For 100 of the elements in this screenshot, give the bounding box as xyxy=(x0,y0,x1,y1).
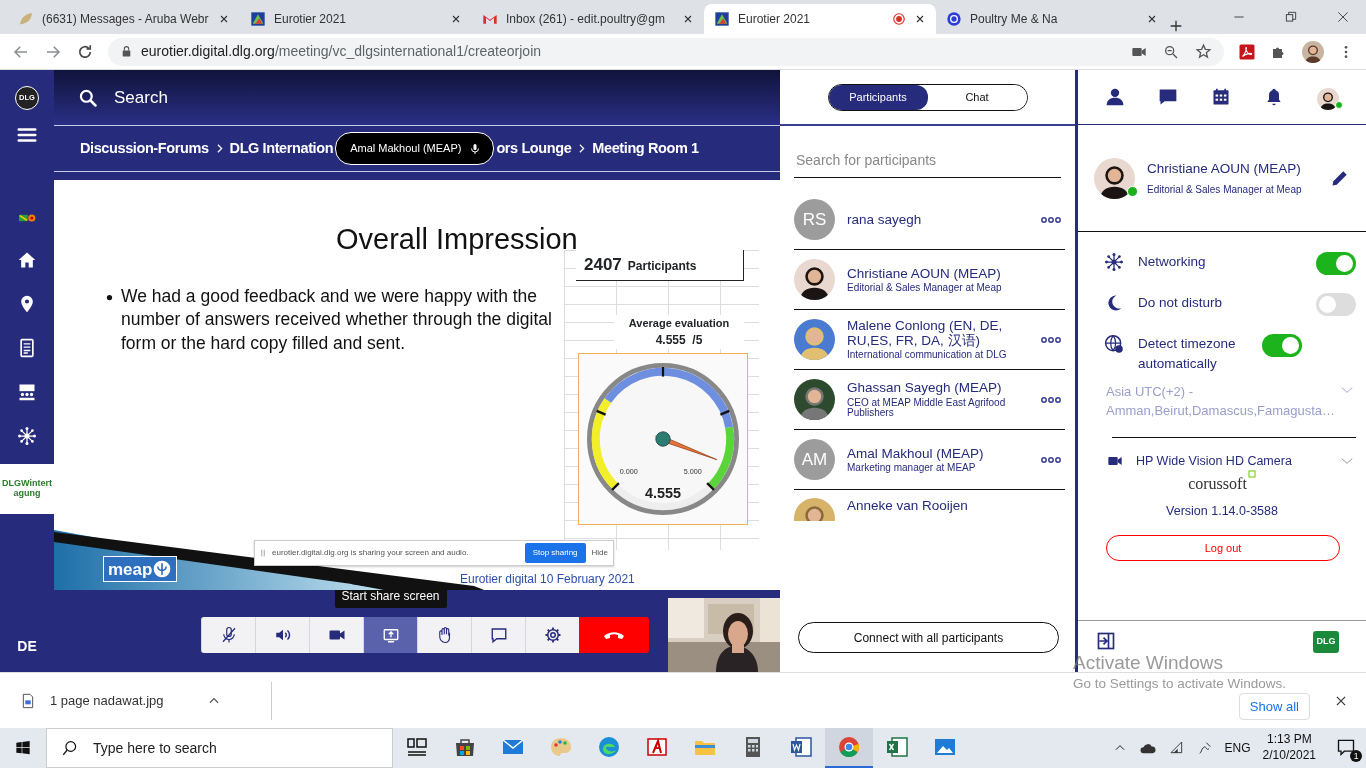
presentation-icon[interactable] xyxy=(17,382,37,402)
taskbar-search-box[interactable]: Type here to search xyxy=(46,728,393,768)
breadcrumb-link[interactable]: ors Lounge xyxy=(496,137,572,160)
breadcrumb-link[interactable]: Discussion-Forums xyxy=(80,137,209,160)
new-tab-icon[interactable] xyxy=(1168,18,1184,34)
task-view-icon xyxy=(405,735,429,759)
show-all-button[interactable]: Show all xyxy=(1238,692,1310,721)
breadcrumb-link[interactable]: DLG Internation xyxy=(229,137,334,160)
tab-title: Inbox (261) - edit.poultry@gm xyxy=(506,11,666,28)
gauge-min-label: 0.000 xyxy=(619,467,638,477)
exit-icon[interactable] xyxy=(1096,631,1116,651)
close-icon[interactable] xyxy=(218,13,230,25)
person-icon[interactable] xyxy=(1104,87,1125,107)
lock-icon xyxy=(120,45,133,58)
connect-button[interactable]: Connect with all participants xyxy=(798,622,1059,653)
language-code: DE xyxy=(17,637,37,656)
slide-footer: Eurotier digital 10 February 2021 xyxy=(460,570,635,588)
setting-label: Networking xyxy=(1138,253,1207,271)
logo-text: meap xyxy=(108,560,153,578)
settings-icon xyxy=(543,626,562,644)
breadcrumb-link[interactable]: Meeting Room 1 xyxy=(592,137,699,160)
toggle-switch[interactable] xyxy=(1262,334,1302,357)
avatar[interactable] xyxy=(1317,87,1340,110)
pdf-extension-icon[interactable] xyxy=(1238,42,1256,61)
dlg-logo[interactable]: DLG xyxy=(1313,631,1339,653)
close-icon[interactable] xyxy=(1146,13,1158,25)
browser-tab[interactable]: Inbox (261) - edit.poultry@gm xyxy=(472,4,704,34)
participant-row[interactable]: Anneke van Rooijen xyxy=(794,490,1065,521)
participant-title: Editorial & Sales Manager at Meap xyxy=(847,282,1003,294)
wifi-icon[interactable] xyxy=(1168,740,1185,756)
taskbar-button[interactable] xyxy=(825,728,873,768)
participant-name: Amal Makhoul (MEAP) xyxy=(847,445,985,461)
raise-hand-button[interactable] xyxy=(417,617,471,653)
tab-title: Poultry Me & Na xyxy=(970,11,1059,28)
download-file-name[interactable]: 1 page nadawat.jpg xyxy=(50,690,193,711)
browser-icon xyxy=(837,735,861,759)
notification-icon[interactable] xyxy=(1336,737,1356,757)
gauge-needle xyxy=(654,431,718,460)
camera-select[interactable]: HP Wide Vision HD Camera xyxy=(1106,451,1356,471)
more-icon[interactable] xyxy=(1041,395,1061,404)
speaker-name: Amal Makhoul (MEAP) xyxy=(350,141,462,157)
browser-tab[interactable]: Eurotier 2021 xyxy=(240,4,472,34)
search-icon[interactable] xyxy=(78,87,98,108)
tab-title: (6631) Messages - Aruba Webr xyxy=(42,11,210,28)
panel-tab[interactable]: Participants xyxy=(828,84,928,110)
more-icon[interactable] xyxy=(1041,455,1061,464)
participant-name: rana sayegh xyxy=(847,211,923,228)
event-logo[interactable]: DLGWintertagung xyxy=(0,464,54,514)
reload-icon[interactable] xyxy=(76,42,94,61)
participant-title: CEO at MEAP Middle East Agrifood Publishers xyxy=(847,397,1007,419)
restore-icon[interactable] xyxy=(1284,10,1298,24)
participant-name: Anneke van Rooijen xyxy=(847,498,969,514)
avatar xyxy=(794,319,835,360)
browser-tab[interactable]: (6631) Messages - Aruba Webr xyxy=(8,4,240,34)
leaf-icon xyxy=(18,11,34,27)
participant-row[interactable]: Malene Conlong (EN, DE, RU,ES, FR, DA, 汉语) International communication at DLG xyxy=(794,310,1065,370)
participant-row[interactable]: Ghassan Sayegh (MEAP) CEO at MEAP Middle East Agrifood Publishers xyxy=(794,370,1065,430)
settings-button[interactable] xyxy=(525,617,579,653)
palette-icon xyxy=(549,735,573,759)
hide-link[interactable]: Hide xyxy=(591,547,608,559)
start-icon[interactable] xyxy=(15,740,31,756)
more-icon[interactable] xyxy=(1041,215,1061,224)
zoom-icon[interactable] xyxy=(1163,43,1179,60)
close-icon[interactable] xyxy=(914,13,926,25)
browser-tab[interactable]: Poultry Me & Na xyxy=(936,4,1168,34)
slide-title: Overall Impression xyxy=(336,222,578,257)
url-text: eurotier.digital.dlg.org/meeting/vc_dlgsinternational1/createorjoin xyxy=(141,42,542,61)
file-icon xyxy=(20,691,36,710)
camera-button[interactable] xyxy=(309,617,363,653)
chat-button[interactable] xyxy=(471,617,525,653)
logo-icon xyxy=(250,11,266,27)
bookmark-star-icon[interactable] xyxy=(1195,43,1212,60)
close-icon[interactable] xyxy=(1336,10,1350,24)
browser-tab[interactable]: Eurotier 2021 xyxy=(704,4,936,34)
participant-name: Ghassan Sayegh (MEAP) xyxy=(847,380,1003,396)
close-icon[interactable] xyxy=(682,13,694,25)
speaker-button[interactable] xyxy=(255,617,309,653)
network-icon[interactable] xyxy=(17,426,37,446)
participant-row[interactable]: Christiane AOUN (MEAP) Editorial & Sales Manager at Meap xyxy=(794,250,1065,310)
participant-row[interactable]: RS rana sayegh xyxy=(794,190,1065,250)
participant-title: Marketing manager at MEAP xyxy=(847,462,977,474)
toggle-switch[interactable] xyxy=(1316,252,1356,275)
more-icon[interactable] xyxy=(1041,335,1061,344)
address-bar[interactable]: eurotier.digital.dlg.org/meeting/vc_dlgsinternational1/createorjoin xyxy=(108,37,1224,66)
chat-icon[interactable] xyxy=(1157,87,1178,107)
notification-count: 1 xyxy=(1350,750,1362,762)
home-icon[interactable] xyxy=(17,250,37,270)
stop-sharing-button[interactable]: Stop sharing xyxy=(524,543,586,563)
gauge-max-label: 5.000 xyxy=(683,467,702,477)
toggle-switch[interactable] xyxy=(1316,293,1356,316)
participant-name: Malene Conlong (EN, DE, RU,ES, FR, DA, 汉语) xyxy=(847,318,1004,349)
mute-microphone-button[interactable] xyxy=(201,617,255,653)
clock-date[interactable]: 2/10/2021 xyxy=(1262,748,1316,764)
logout-button[interactable]: Log out xyxy=(1106,535,1340,562)
close-icon[interactable] xyxy=(450,13,462,25)
edit-icon[interactable] xyxy=(1330,168,1350,188)
input-language[interactable]: ENG xyxy=(1224,739,1251,757)
clock-time[interactable]: 1:13 PM xyxy=(1262,732,1316,748)
document-icon[interactable] xyxy=(17,338,37,358)
participant-row[interactable]: AM Amal Makhoul (MEAP) Marketing manager at MEAP xyxy=(794,430,1065,490)
